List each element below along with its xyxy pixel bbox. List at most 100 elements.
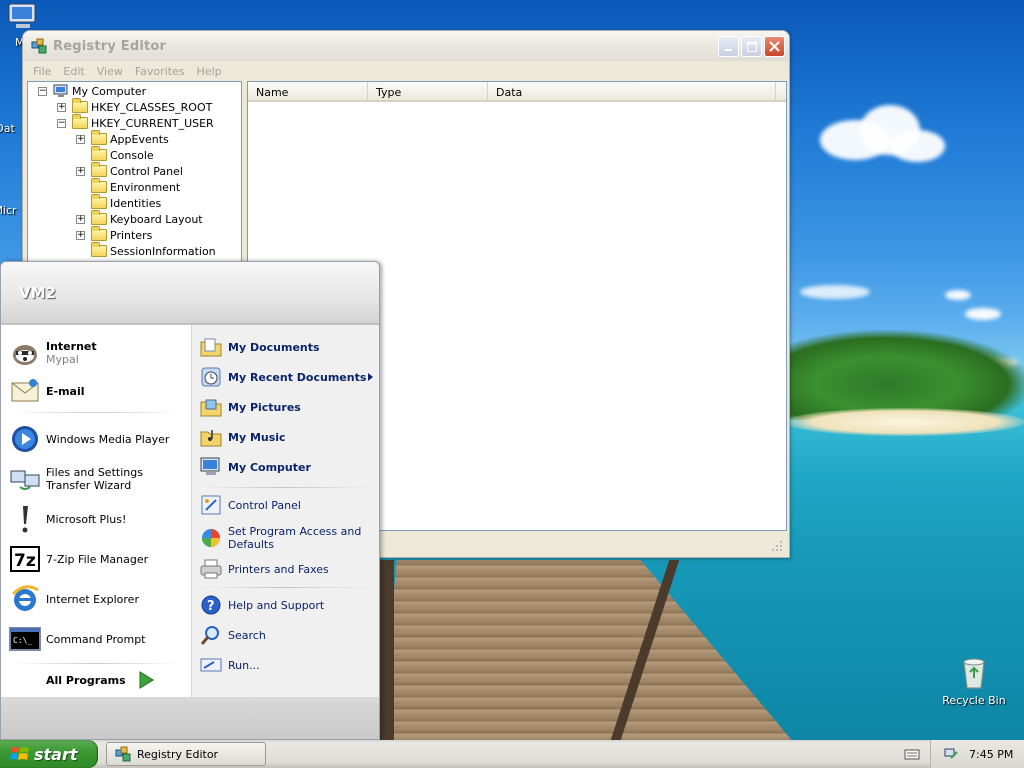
place-label: My Pictures [228, 400, 301, 414]
tree-label: Printers [110, 228, 153, 242]
mypal-browser-icon [9, 337, 41, 369]
maximize-icon [746, 41, 757, 52]
menu-file[interactable]: File [27, 65, 57, 78]
start-menu-places: My Documents My Recent Documents My Pict… [191, 325, 379, 697]
printer-icon [200, 558, 222, 580]
tree-node-appevents[interactable]: + AppEvents [76, 130, 169, 147]
separator [11, 663, 181, 664]
search-icon [200, 624, 222, 646]
all-programs-label: All Programs [46, 673, 126, 687]
expand-icon[interactable]: + [57, 102, 66, 112]
menu-help[interactable]: Help [191, 65, 228, 78]
start-menu-footer [1, 697, 379, 739]
maximize-button[interactable] [741, 36, 762, 57]
start-item-7zip[interactable]: 7z 7-Zip File Manager [9, 543, 185, 575]
seven-zip-icon: 7z [9, 543, 41, 575]
start-item-title: Windows Media Player [46, 432, 170, 446]
column-header-data[interactable]: Data [488, 82, 776, 100]
my-pictures-icon [200, 396, 222, 418]
place-my-computer[interactable]: My Computer [200, 455, 378, 479]
action-search[interactable]: Search [200, 623, 378, 647]
tree-node-hkey-classes-root[interactable]: + HKEY_CLASSES_ROOT [57, 98, 212, 115]
expand-icon[interactable]: + [76, 134, 85, 144]
tree-label: Control Panel [110, 164, 183, 178]
minimize-icon [724, 48, 732, 51]
column-header-name[interactable]: Name [248, 82, 368, 100]
column-header-row: Name Type Data [248, 82, 786, 102]
registry-editor-icon [31, 38, 47, 54]
expand-icon[interactable]: + [76, 166, 85, 176]
close-button[interactable] [764, 36, 785, 57]
menu-edit[interactable]: Edit [57, 65, 90, 78]
start-item-command-prompt[interactable]: C:\_ Command Prompt [9, 623, 185, 655]
action-label: Help and Support [228, 598, 325, 612]
tree-node-control-panel[interactable]: + Control Panel [76, 162, 183, 179]
taskbar-button-registry-editor[interactable]: Registry Editor [106, 742, 266, 766]
place-my-documents[interactable]: My Documents [200, 335, 378, 359]
folder-icon [91, 210, 107, 225]
desktop-icon-label: Dat [0, 122, 15, 135]
setting-printers-faxes[interactable]: Printers and Faxes [200, 557, 378, 581]
tropical-island [790, 330, 1024, 420]
setting-control-panel[interactable]: Control Panel [200, 493, 378, 517]
transfer-wizard-icon [9, 463, 41, 495]
setting-program-access-defaults[interactable]: Set Program Access and Defaults [200, 523, 378, 553]
column-header-type[interactable]: Type [368, 82, 488, 100]
menu-favorites[interactable]: Favorites [129, 65, 191, 78]
collapse-icon[interactable]: − [57, 118, 66, 128]
tree-node-identities[interactable]: Identities [91, 194, 161, 211]
start-item-windows-media-player[interactable]: Windows Media Player [9, 423, 185, 455]
clock[interactable]: 7:45 PM [969, 748, 1013, 761]
menu-view[interactable]: View [91, 65, 129, 78]
start-item-internet[interactable]: Internet Mypal [9, 337, 185, 369]
keyboard-icon[interactable] [904, 747, 920, 761]
expand-icon[interactable]: + [76, 230, 85, 240]
collapse-icon[interactable]: − [38, 86, 47, 96]
tree-node-hkey-current-user[interactable]: − HKEY_CURRENT_USER [57, 114, 214, 131]
start-menu[interactable]: VM2 Internet Mypal E-mail Windows Media … [0, 261, 380, 740]
start-button[interactable]: start [0, 740, 98, 768]
tree-node-environment[interactable]: Environment [91, 178, 180, 195]
cloud [945, 290, 971, 300]
action-run[interactable]: Run... [200, 653, 378, 677]
place-label: My Documents [228, 340, 320, 354]
minimize-button[interactable] [718, 36, 739, 57]
green-arrow-icon [139, 671, 154, 689]
taskbar-button-label: Registry Editor [137, 747, 219, 761]
tree-node-printers[interactable]: + Printers [76, 226, 153, 243]
start-item-title: Microsoft Plus! [46, 512, 127, 526]
run-icon [200, 654, 222, 676]
start-item-internet-explorer[interactable]: Internet Explorer [9, 583, 185, 615]
resize-grip-icon[interactable] [771, 540, 783, 552]
place-my-pictures[interactable]: My Pictures [200, 395, 378, 419]
start-item-files-settings-transfer-wizard[interactable]: Files and Settings Transfer Wizard [9, 463, 185, 495]
desktop-icon-label: Recycle Bin [942, 694, 1006, 707]
start-item-title: Internet Explorer [46, 592, 139, 606]
user-name: VM2 [19, 283, 56, 302]
tree-node-my-computer[interactable]: − My Computer [38, 83, 146, 99]
cloud [800, 285, 870, 299]
tree-node-sessioninformation[interactable]: SessionInformation [91, 242, 216, 259]
start-item-email[interactable]: E-mail [9, 375, 185, 407]
desktop-icon-recycle-bin[interactable]: Recycle Bin [939, 656, 1009, 707]
cloud [890, 130, 945, 162]
start-item-microsoft-plus[interactable]: Microsoft Plus! [9, 503, 185, 535]
network-icon[interactable] [943, 746, 959, 762]
recycle-bin-icon [963, 658, 985, 689]
folder-icon [91, 194, 107, 209]
all-programs-button[interactable]: All Programs [46, 668, 156, 692]
microsoft-plus-icon [9, 503, 41, 535]
start-menu-header: VM2 [1, 262, 379, 325]
control-panel-icon [200, 494, 222, 516]
place-my-music[interactable]: My Music [200, 425, 378, 449]
taskbar: start Registry Editor 7:45 PM [0, 740, 1024, 768]
action-help-support[interactable]: ? Help and Support [200, 593, 378, 617]
title-bar[interactable]: Registry Editor [23, 31, 789, 61]
place-my-recent-documents[interactable]: My Recent Documents [200, 365, 378, 389]
tree-node-keyboard-layout[interactable]: + Keyboard Layout [76, 210, 203, 227]
action-label: Search [228, 628, 266, 642]
start-item-title: Internet [46, 340, 97, 353]
tree-node-console[interactable]: Console [91, 146, 154, 163]
setting-label: Control Panel [228, 498, 301, 512]
expand-icon[interactable]: + [76, 214, 85, 224]
